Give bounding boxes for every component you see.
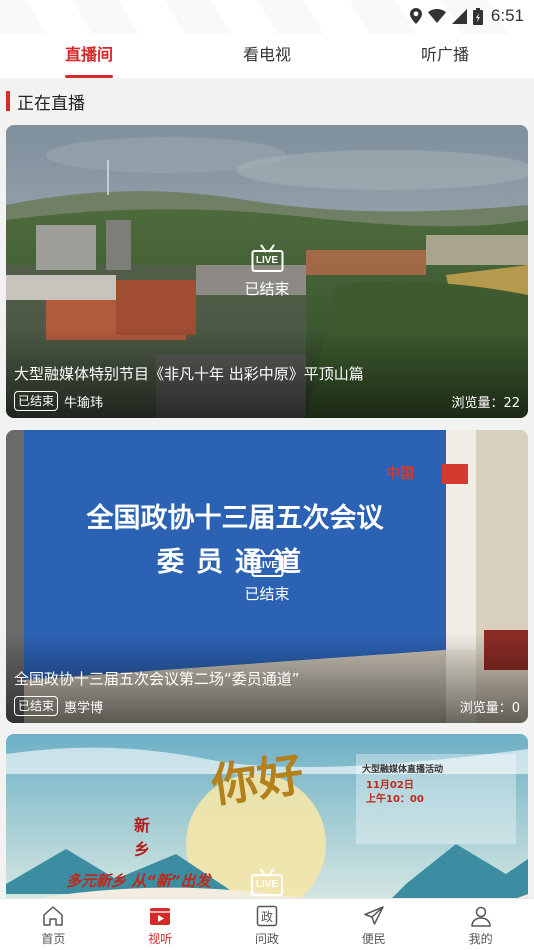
section-header: 正在直播 (6, 88, 85, 114)
live-card[interactable]: 中国 全国政协十三届五次会议 委员通道 LIVE 已结束 全国政协十三届五次会议… (6, 430, 528, 723)
tab-radio[interactable]: 听广播 (356, 34, 534, 78)
video-play-icon (150, 908, 171, 925)
user-icon (470, 906, 491, 927)
location-icon (409, 8, 422, 24)
host-name: 惠学博 (64, 700, 104, 716)
view-count: 浏览量：22 (451, 395, 520, 411)
host-name: 牛瑜玮 (64, 395, 104, 411)
view-count: 浏览量：0 (459, 700, 520, 716)
signal-icon (451, 8, 467, 24)
nav-politics[interactable]: 政 问政 (214, 899, 321, 950)
nav-services[interactable]: 便民 (320, 899, 427, 950)
card-meta: 已结束 惠学博 浏览量：0 (14, 695, 520, 717)
top-tab-bar: 直播间 看电视 听广播 (0, 34, 534, 78)
nav-label: 我的 (468, 932, 493, 946)
tab-live-room[interactable]: 直播间 (0, 34, 178, 78)
live-indicator: LIVE 已结束 (244, 554, 290, 603)
nav-label: 便民 (361, 932, 386, 946)
nav-home[interactable]: 首页 (0, 899, 107, 950)
politics-icon: 政 (256, 905, 278, 927)
live-tv-icon: LIVE (250, 249, 283, 272)
app-screen: 6:51 直播间 看电视 听广播 正在直播 LIVE 已结束 大型融媒体特别节目… (0, 0, 534, 950)
live-indicator: LIVE (251, 874, 283, 897)
ended-badge: 已结束 (14, 696, 59, 716)
nav-audio-video[interactable]: 视听 (107, 899, 214, 950)
ended-badge: 已结束 (14, 391, 59, 411)
section-accent-bar (6, 91, 10, 111)
nav-profile[interactable]: 我的 (427, 899, 534, 950)
poster-headline: 全国政协十三届五次会议 (86, 503, 384, 534)
card-title: 大型融媒体特别节目《非凡十年 出彩中原》平顶山篇 (14, 365, 364, 383)
bottom-nav: 首页 视听 政 问政 便民 我的 (0, 898, 534, 950)
wifi-icon (427, 9, 446, 23)
nav-label: 视听 (148, 932, 173, 946)
status-time: 6:51 (490, 6, 524, 25)
live-tv-icon: LIVE (250, 554, 283, 577)
live-status-label: 已结束 (244, 279, 290, 298)
section-title: 正在直播 (17, 93, 85, 114)
live-indicator: LIVE 已结束 (244, 249, 290, 298)
card-title: 全国政协十三届五次会议第二场“委员通道” (14, 670, 300, 688)
live-card[interactable]: 你好 新乡 多元新乡 从“新”出发 大型融媒体直播活动 11月02日 上午10：… (6, 734, 528, 904)
status-bar: 6:51 (0, 0, 534, 34)
poster-time: 上午10：00 (366, 794, 424, 805)
tab-label: 听广播 (420, 45, 469, 64)
card-meta: 已结束 牛瑜玮 浏览量：22 (14, 390, 520, 412)
poster-event: 大型融媒体直播活动 (362, 765, 444, 775)
nav-label: 问政 (254, 932, 279, 946)
nav-label: 首页 (41, 932, 66, 946)
live-tv-icon: LIVE (251, 874, 283, 897)
poster-subheadline: 委员通道 (157, 547, 313, 578)
status-icons: 6:51 (409, 4, 524, 28)
svg-text:中国: 中国 (386, 465, 414, 482)
poster-date: 11月02日 (366, 780, 414, 791)
poster-city: 新乡 (134, 816, 151, 859)
tab-label: 看电视 (242, 45, 291, 64)
live-card[interactable]: LIVE 已结束 大型融媒体特别节目《非凡十年 出彩中原》平顶山篇 已结束 牛瑜… (6, 125, 528, 418)
tab-watch-tv[interactable]: 看电视 (178, 34, 356, 78)
active-tab-indicator (65, 75, 113, 78)
svg-text:政: 政 (261, 910, 273, 924)
tab-label: 直播间 (64, 45, 113, 64)
poster-slogan: 多元新乡 从“新”出发 (66, 872, 211, 890)
send-arrow-icon (364, 906, 384, 925)
live-status-label: 已结束 (244, 584, 290, 603)
battery-icon (472, 7, 483, 25)
poster-calligraphy: 你好 (208, 746, 307, 814)
home-icon (43, 906, 64, 926)
